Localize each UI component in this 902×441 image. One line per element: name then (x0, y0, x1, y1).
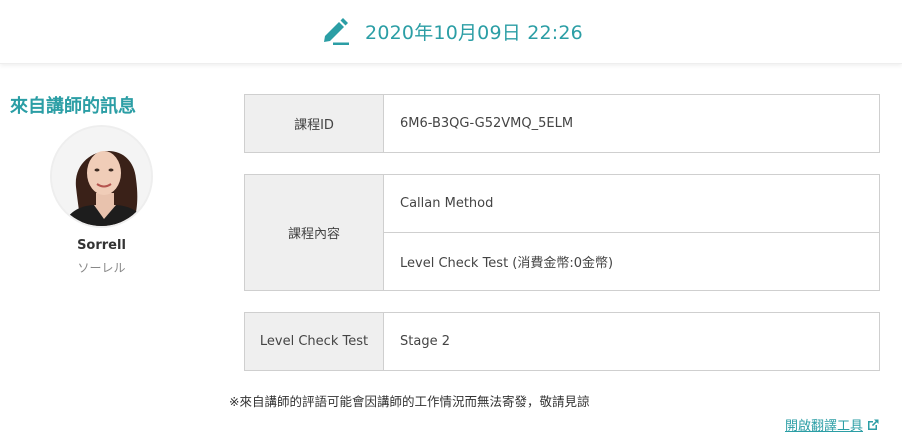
teacher-name: Sorrell (77, 238, 126, 253)
teacher-name-kana: ソーレル (77, 261, 126, 275)
lesson-content-course: Callan Method (400, 196, 494, 211)
teacher-avatar (50, 125, 153, 228)
teacher-message-title: 來自講師的訊息 (10, 96, 136, 117)
lesson-id-table: 課程ID 6M6-B3QG-G52VMQ_5ELM (244, 94, 880, 153)
lesson-content-label: 課程內容 (245, 175, 384, 290)
teacher-photo (52, 127, 151, 226)
pencil-icon (324, 17, 350, 45)
level-check-table: Level Check Test Stage 2 (244, 312, 880, 371)
translate-link-label: 開啟翻譯工具 (785, 419, 864, 434)
external-link-icon (868, 419, 879, 430)
lesson-id-label: 課程ID (245, 95, 384, 152)
lesson-datetime: 2020年10月09日 22:26 (365, 22, 583, 44)
level-check-value: Stage 2 (400, 334, 450, 349)
lesson-content-table: 課程內容 Callan Method Level Check Test (消費金… (244, 174, 880, 291)
level-check-label: Level Check Test (245, 313, 384, 370)
lesson-id-value: 6M6-B3QG-G52VMQ_5ELM (400, 116, 574, 131)
lesson-content-detail: Level Check Test (消費金幣:0金幣) (384, 232, 879, 290)
teacher-comment-note: ※來自講師的評語可能會因講師的工作情況而無法寄發，敬請見諒 (229, 394, 590, 409)
lesson-header: 2020年10月09日 22:26 (0, 0, 902, 64)
open-translation-tool-link[interactable]: 開啟翻譯工具 (785, 415, 880, 434)
